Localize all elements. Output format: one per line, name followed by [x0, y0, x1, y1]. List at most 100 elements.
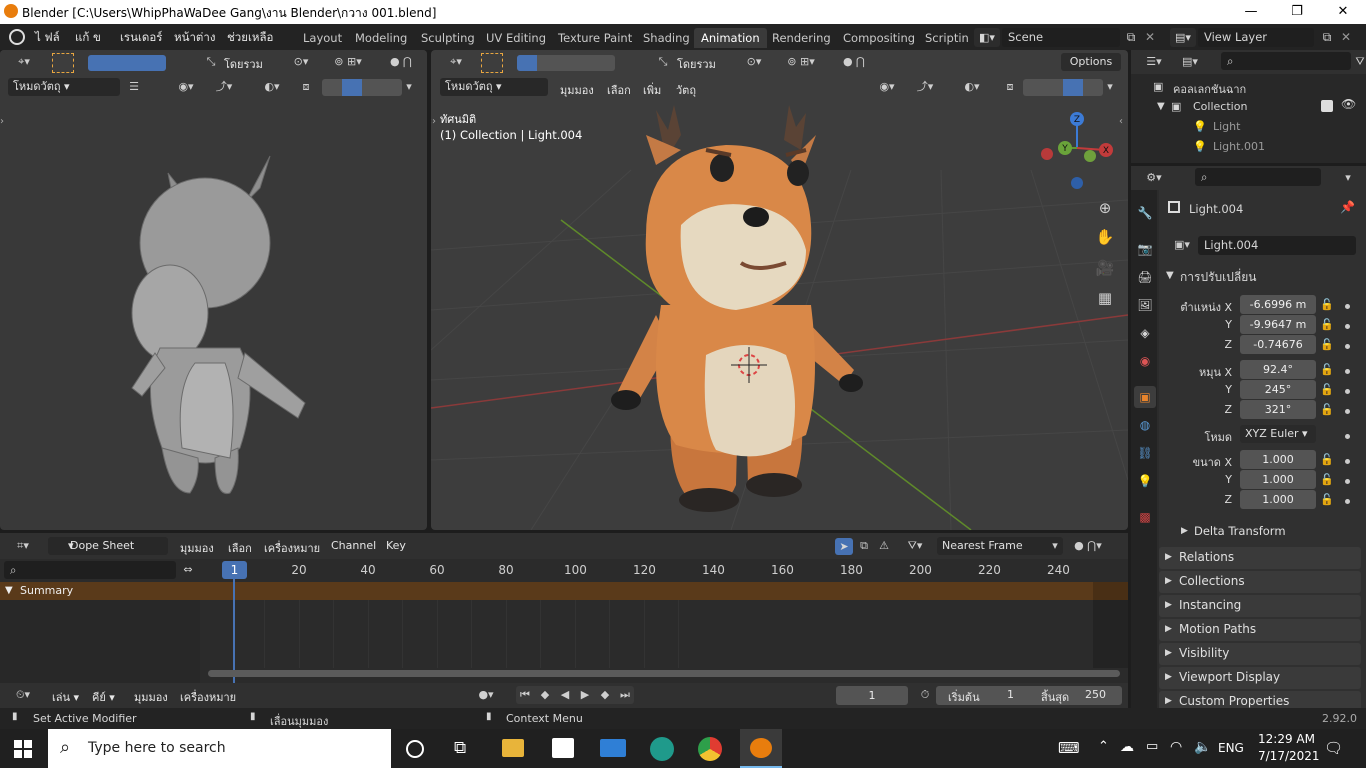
dope-menu-marker[interactable]: เครื่องหมาย [264, 539, 320, 557]
scale-y-field[interactable]: 1.000 [1240, 470, 1316, 489]
view-layer-tab-icon[interactable]: 🖼 [1134, 294, 1156, 316]
collection-checkbox[interactable] [1321, 100, 1333, 112]
outliner-search-input[interactable]: ⌕ [1221, 52, 1351, 70]
animate-property-dot[interactable] [1345, 434, 1350, 439]
main-orientation-icon[interactable]: ⤡ [655, 53, 671, 71]
summary-expand-icon[interactable]: ▼ [5, 585, 13, 596]
shading-buttons[interactable] [322, 79, 402, 96]
outliner-editor-icon[interactable]: ☰▾ [1139, 53, 1169, 71]
editor-type-icon[interactable]: ⌖▾ [8, 53, 40, 71]
lock-icon[interactable]: 🔓 [1320, 453, 1334, 466]
outliner-collection[interactable]: Collection [1193, 100, 1247, 113]
lock-icon[interactable]: 🔓 [1320, 473, 1334, 486]
object-tab-icon[interactable]: ▣ [1134, 386, 1156, 408]
preview-range-icon[interactable]: ⏱ [916, 686, 934, 704]
orange-deer-model[interactable] [606, 105, 876, 515]
main-proportional-icon[interactable]: ● ⋂ [834, 53, 874, 71]
location-z-field[interactable]: -0.74676 [1240, 335, 1316, 354]
dope-menu-key[interactable]: Key [386, 539, 406, 552]
proportional-icon[interactable]: ● ⋂ [381, 53, 421, 71]
lock-icon[interactable]: 🔓 [1320, 338, 1334, 351]
panel-visibility[interactable]: ▶ Visibility [1159, 643, 1361, 665]
task-view-icon[interactable]: ⧉ [454, 738, 466, 758]
outliner-display-icon[interactable]: ▤▾ [1175, 53, 1205, 71]
light-data-tab-icon[interactable]: 💡 [1134, 470, 1156, 492]
panel-instancing[interactable]: ▶ Instancing [1159, 595, 1361, 617]
animate-property-dot[interactable] [1345, 389, 1350, 394]
sidebar-toggle-icon[interactable]: ‹ [1119, 116, 1123, 127]
tab-texture-paint[interactable]: Texture Paint [551, 28, 639, 48]
main-3d-viewport[interactable]: ⌖▾ ⤡ โดยรวม ⊙▾ ⊚ ⊞▾ ● ⋂ Options โหมดวัตถ… [431, 50, 1128, 530]
gizmo-icon[interactable]: ⤴▾ [206, 78, 242, 96]
select-tool-icon[interactable] [52, 53, 74, 73]
playhead-line[interactable] [233, 579, 235, 683]
menu-keying[interactable]: คีย์ ▾ [92, 688, 115, 706]
view-layer-delete-icon[interactable]: ✕ [1338, 28, 1354, 47]
animate-property-dot[interactable] [1345, 479, 1350, 484]
tab-uv-editing[interactable]: UV Editing [479, 28, 553, 48]
scene-name-field[interactable]: Scene [1002, 28, 1120, 47]
panel-viewport-display[interactable]: ▶ Viewport Display [1159, 667, 1361, 689]
animate-property-dot[interactable] [1345, 344, 1350, 349]
onedrive-icon[interactable]: ☁ [1120, 739, 1134, 755]
left-mode-dropdown[interactable]: โหมดวัตถุ ▾ [8, 78, 120, 96]
taskbar-search-box[interactable]: ⌕ Type here to search [48, 729, 391, 768]
datablock-browse-icon[interactable]: ▣▾ [1168, 236, 1196, 254]
menu-help[interactable]: ช่วยเหลือ [227, 29, 273, 47]
collection-eye-icon[interactable]: 👁 [1341, 97, 1356, 111]
rotation-x-field[interactable]: 92.4° [1240, 360, 1316, 379]
render-tab-icon[interactable]: 📷 [1134, 238, 1156, 260]
left-collapse-arrow-icon[interactable]: › [0, 116, 4, 127]
physics-tab-icon[interactable]: ◍ [1134, 414, 1156, 436]
hamburger-icon[interactable]: ☰ [124, 78, 144, 96]
tab-shading[interactable]: Shading [636, 28, 697, 48]
language-indicator[interactable]: ENG [1218, 741, 1244, 755]
transform-orientation-icon[interactable]: ⤡ [203, 53, 219, 71]
main-left-collapse-icon[interactable]: ‹› [431, 116, 436, 127]
clock-time[interactable]: 12:29 AM [1258, 732, 1315, 746]
lock-icon[interactable]: 🔓 [1320, 403, 1334, 416]
scene-tab-icon[interactable]: ◈ [1134, 322, 1156, 344]
jump-end-icon[interactable]: ⏭ [616, 686, 634, 704]
dope-menu-view[interactable]: มุมมอง [180, 539, 214, 557]
main-material-shading-icon[interactable] [1063, 79, 1083, 96]
navigation-gizmo[interactable]: Z X Y [1035, 110, 1125, 190]
menu-edit[interactable]: แก้ ข [75, 29, 101, 47]
maximize-button[interactable]: ❐ [1274, 0, 1320, 24]
gray-deer-model[interactable] [120, 148, 320, 528]
constraints-tab-icon[interactable]: ⛓ [1134, 442, 1156, 464]
outliner-root[interactable]: คอลเลกชันฉาก [1173, 80, 1246, 98]
menu-file[interactable]: ไ ฟล์ [35, 29, 60, 47]
menu-select[interactable]: เลือก [607, 81, 631, 99]
menu-window[interactable]: หน้าต่าง [174, 29, 215, 47]
main-select-tool-icon[interactable] [481, 53, 503, 73]
scene-copy-icon[interactable]: ⧉ [1122, 28, 1140, 47]
datablock-name-field[interactable]: Light.004 [1198, 236, 1356, 255]
touch-keyboard-icon[interactable]: ⌨ [1058, 739, 1080, 757]
animate-property-dot[interactable] [1345, 304, 1350, 309]
play-icon[interactable]: ▶ [576, 686, 594, 704]
animate-property-dot[interactable] [1345, 499, 1350, 504]
menu-render[interactable]: เรนเดอร์ [120, 29, 162, 47]
pan-hand-icon[interactable]: ✋ [1093, 225, 1117, 249]
only-selected-icon[interactable]: ➤ [835, 538, 853, 555]
timeline-editor-icon[interactable]: ⏲▾ [8, 686, 38, 704]
end-frame-field[interactable]: 250 [1085, 688, 1106, 701]
dope-menu-select[interactable]: เลือก [228, 539, 252, 557]
tab-layout[interactable]: Layout [296, 28, 349, 48]
snap-dropdown[interactable]: Nearest Frame [937, 537, 1063, 555]
scene-browse-icon[interactable]: ◧▾ [974, 28, 1000, 47]
delta-expand-icon[interactable]: ▶ [1181, 526, 1188, 536]
main-xray-icon[interactable]: ⧈ [1001, 78, 1019, 96]
dope-menu-channel[interactable]: Channel [331, 539, 376, 552]
chrome-icon[interactable] [698, 737, 722, 761]
clock-date[interactable]: 7/17/2021 [1258, 749, 1320, 763]
tab-modeling[interactable]: Modeling [348, 28, 414, 48]
wifi-icon[interactable]: ◠ [1170, 739, 1182, 755]
play-reverse-icon[interactable]: ◀ [556, 686, 574, 704]
lock-icon[interactable]: 🔓 [1320, 383, 1334, 396]
summary-label[interactable]: Summary [20, 584, 73, 597]
jump-start-icon[interactable]: ⏮ [516, 686, 534, 704]
outliner-item-light-001[interactable]: Light.001 [1213, 140, 1265, 153]
channel-search-input[interactable]: ⌕ [4, 561, 176, 579]
